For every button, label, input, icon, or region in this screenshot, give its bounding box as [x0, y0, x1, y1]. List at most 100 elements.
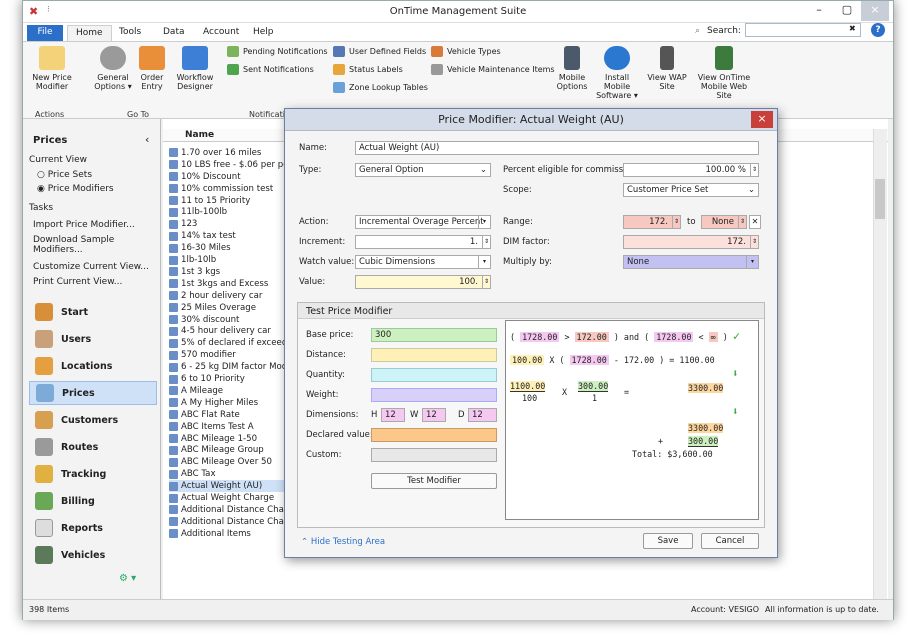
dim-d-input[interactable]: 12 — [468, 408, 497, 422]
list-item[interactable]: 10% commission test — [169, 183, 273, 195]
list-item[interactable]: 570 modifier — [169, 349, 236, 361]
view-price-sets[interactable]: ○ Price Sets — [37, 170, 92, 180]
nav-billing[interactable]: Billing — [29, 489, 157, 513]
install-mobile-button[interactable]: Install Mobile Software ▾ — [593, 46, 641, 100]
zone-lookup-tables-button[interactable]: Zone Lookup Tables — [333, 82, 428, 93]
nav-users[interactable]: Users — [29, 327, 157, 351]
vehicle-types-button[interactable]: Vehicle Types — [431, 46, 501, 57]
base-price-input[interactable]: 300 — [371, 328, 497, 342]
action-select[interactable]: Incremental Overage Percent ▾ — [355, 215, 491, 229]
list-item[interactable]: 10% Discount — [169, 171, 241, 183]
list-item[interactable]: 14% tax test — [169, 230, 236, 242]
vehicle-maintenance-button[interactable]: Vehicle Maintenance Items — [431, 64, 555, 75]
nav-tracking[interactable]: Tracking — [29, 462, 157, 486]
minimize-button[interactable]: – — [805, 1, 833, 21]
list-item[interactable]: ABC Mileage Over 50 — [169, 456, 272, 468]
declared-input[interactable] — [371, 428, 497, 442]
nav-start[interactable]: Start — [29, 300, 157, 324]
nav-routes[interactable]: Routes — [29, 435, 157, 459]
view-price-modifiers[interactable]: ◉ Price Modifiers — [37, 184, 114, 194]
list-item[interactable]: ABC Mileage Group — [169, 445, 264, 457]
list-item[interactable]: 123 — [169, 218, 197, 230]
commission-input[interactable]: 100.00 % ⇕ — [623, 163, 759, 177]
list-item[interactable]: 1st 3kgs and Excess — [169, 278, 268, 290]
increment-input[interactable]: 1. ⇕ — [355, 235, 491, 249]
dim-factor-spinner[interactable]: ⇕ — [750, 236, 758, 248]
scope-select[interactable]: Customer Price Set ⌄ — [623, 183, 759, 197]
pending-notifications-button[interactable]: Pending Notifications — [227, 46, 328, 57]
list-item[interactable]: 6 - 25 kg DIM factor Moc — [169, 361, 286, 373]
configure-nav-icon[interactable]: ⚙ ▾ — [119, 573, 136, 584]
nav-locations[interactable]: Locations — [29, 354, 157, 378]
list-item[interactable]: 10 LBS free - $.06 per pou — [169, 159, 294, 171]
dim-h-input[interactable]: 12 — [381, 408, 405, 422]
list-item[interactable]: 30% discount — [169, 314, 239, 326]
watch-select[interactable]: Cubic Dimensions ▾ — [355, 255, 491, 269]
list-item[interactable]: Additional Items — [169, 528, 251, 540]
view-wap-site-button[interactable]: View WAP Site — [647, 46, 687, 91]
increment-spinner[interactable]: ⇕ — [482, 236, 490, 248]
task-print-view[interactable]: Print Current View... — [33, 277, 122, 287]
list-item[interactable]: Actual Weight Charge — [169, 492, 274, 504]
list-item[interactable]: A Mileage — [169, 385, 223, 397]
dialog-close-button[interactable]: × — [751, 111, 773, 128]
nav-customers[interactable]: Customers — [29, 408, 157, 432]
tab-file[interactable]: File — [27, 25, 63, 41]
search-input[interactable] — [745, 23, 861, 37]
tab-home[interactable]: Home — [67, 25, 112, 41]
general-options-button[interactable]: General Options ▾ — [91, 46, 135, 91]
new-price-modifier-button[interactable]: New Price Modifier — [27, 46, 77, 91]
dim-w-input[interactable]: 12 — [422, 408, 446, 422]
nav-vehicles[interactable]: Vehicles — [29, 543, 157, 567]
help-icon[interactable]: ? — [871, 23, 885, 37]
range-to-spinner[interactable]: ⇕ — [738, 216, 746, 228]
column-name-header[interactable]: Name — [185, 130, 214, 140]
custom-input[interactable] — [371, 448, 497, 462]
list-item[interactable]: ABC Items Test A — [169, 421, 254, 433]
list-item[interactable]: ABC Mileage 1-50 — [169, 433, 257, 445]
task-download-sample[interactable]: Download Sample Modifiers... — [33, 235, 143, 255]
range-from-input[interactable]: 172. ⇕ — [623, 215, 681, 229]
commission-spinner[interactable]: ⇕ — [750, 164, 758, 176]
weight-input[interactable] — [371, 388, 497, 402]
tab-tools[interactable]: Tools — [111, 25, 149, 41]
sent-notifications-button[interactable]: Sent Notifications — [227, 64, 314, 75]
nav-prices[interactable]: Prices — [29, 381, 157, 405]
status-labels-button[interactable]: Status Labels — [333, 64, 403, 75]
value-input[interactable]: 100. ⇕ — [355, 275, 491, 289]
list-item[interactable]: 11lb-100lb — [169, 207, 227, 219]
list-item[interactable]: A My Higher Miles — [169, 397, 258, 409]
list-item[interactable]: 16-30 Miles — [169, 242, 231, 254]
list-item[interactable]: 2 hour delivery car — [169, 290, 262, 302]
dim-factor-input[interactable]: 172. ⇕ — [623, 235, 759, 249]
list-item[interactable]: 1lb-10lb — [169, 254, 216, 266]
value-spinner[interactable]: ⇕ — [482, 276, 490, 288]
multiply-select[interactable]: None ▾ — [623, 255, 759, 269]
list-item[interactable]: ABC Flat Rate — [169, 409, 240, 421]
task-customize-view[interactable]: Customize Current View... — [33, 262, 149, 272]
list-item[interactable]: 11 to 15 Priority — [169, 195, 250, 207]
name-input[interactable]: Actual Weight (AU) — [355, 141, 759, 155]
workflow-designer-button[interactable]: Workflow Designer — [175, 46, 215, 91]
collapse-pane-button[interactable]: ‹ — [145, 133, 149, 146]
tab-data[interactable]: Data — [155, 25, 193, 41]
tab-account[interactable]: Account — [195, 25, 247, 41]
quantity-input[interactable] — [371, 368, 497, 382]
user-defined-fields-button[interactable]: User Defined Fields — [333, 46, 426, 57]
list-item[interactable]: 5% of declared if exceeds — [169, 337, 292, 349]
hide-testing-link[interactable]: ⌃ Hide Testing Area — [301, 537, 385, 547]
distance-input[interactable] — [371, 348, 497, 362]
range-from-spinner[interactable]: ⇕ — [672, 216, 680, 228]
save-button[interactable]: Save — [643, 533, 693, 549]
list-item[interactable]: 1st 3 kgs — [169, 266, 220, 278]
test-modifier-button[interactable]: Test Modifier — [371, 473, 497, 489]
mobile-options-button[interactable]: Mobile Options — [555, 46, 589, 91]
list-item[interactable]: 25 Miles Overage — [169, 302, 256, 314]
view-mobile-web-button[interactable]: View OnTime Mobile Web Site — [693, 46, 755, 100]
list-item[interactable]: 1.70 over 16 miles — [169, 147, 261, 159]
task-import[interactable]: Import Price Modifier... — [33, 220, 135, 230]
nav-reports[interactable]: Reports — [29, 516, 157, 540]
list-item[interactable]: 6 to 10 Priority — [169, 373, 245, 385]
scrollbar-thumb[interactable] — [875, 179, 885, 219]
search-clear-icon[interactable]: ✖ — [849, 24, 856, 33]
